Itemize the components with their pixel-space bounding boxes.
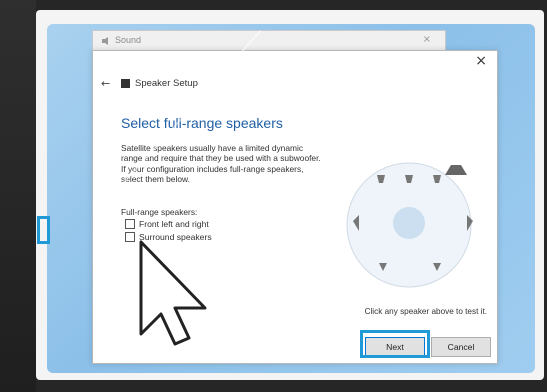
subwoofer-icon [445,165,467,175]
background-strip [0,0,36,392]
speaker-diagram [346,162,473,288]
checkbox[interactable] [125,219,135,229]
checkbox-label: Front left and right [139,219,209,229]
close-icon[interactable]: × [475,53,487,69]
checkbox[interactable] [125,232,135,242]
sound-window-title: Sound [115,35,142,45]
listener-icon [393,207,425,239]
speaker-setup-icon [121,79,130,88]
full-range-group-label: Full-range speakers: [121,207,198,217]
mouse-cursor-icon [139,240,207,346]
test-speaker-hint: Click any speaker above to test it. [364,307,487,316]
next-button-highlight-box [360,330,430,358]
checkbox-highlight-box [37,216,50,244]
front-left-right-checkbox-row[interactable]: Front left and right [125,218,209,230]
sound-icon [102,37,108,45]
cancel-button[interactable]: Cancel [431,337,491,357]
page-heading: Select full-range speakers [121,115,283,131]
close-icon[interactable]: × [423,34,431,45]
dialog-title: Speaker Setup [135,78,198,89]
back-arrow-icon[interactable]: ← [101,77,110,90]
